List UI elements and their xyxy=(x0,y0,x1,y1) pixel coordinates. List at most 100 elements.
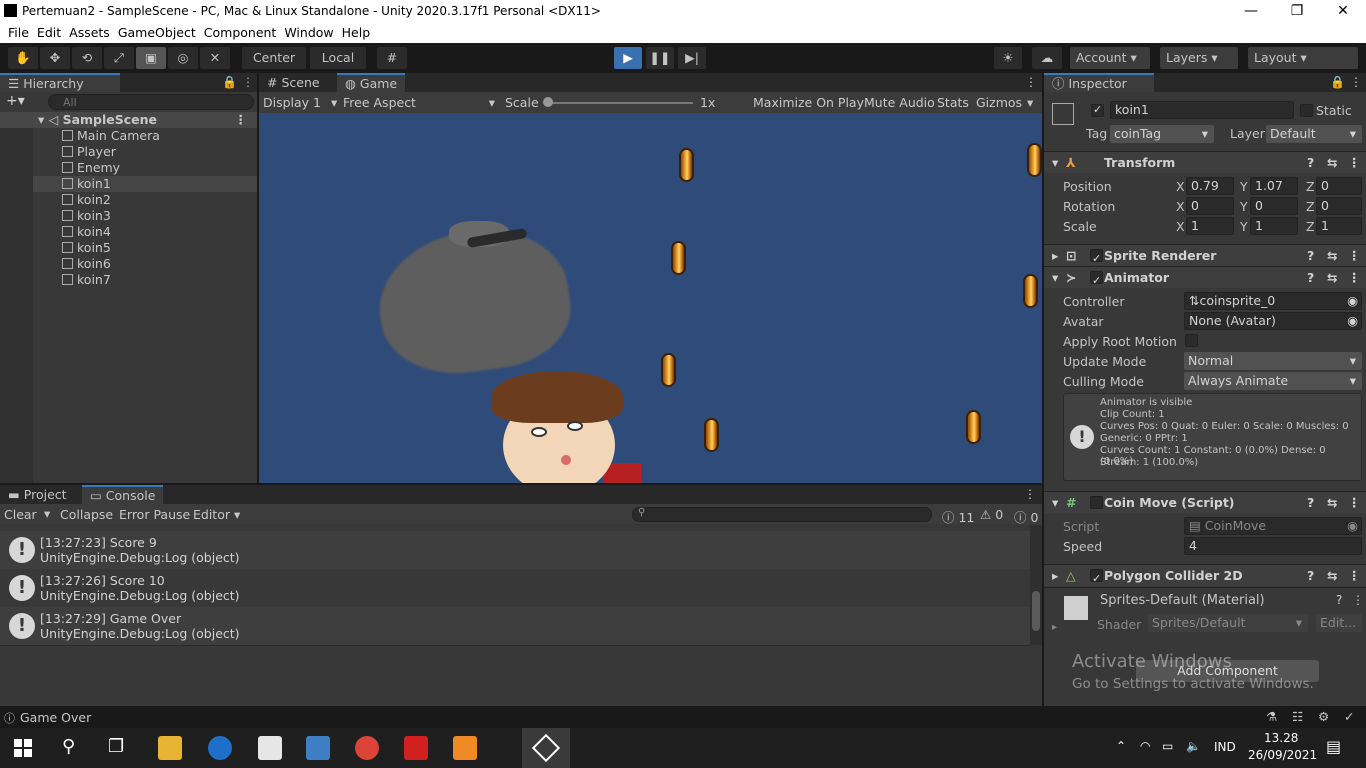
menu-help[interactable]: Help xyxy=(338,23,375,40)
move-tool-icon[interactable]: ✥ xyxy=(40,47,70,69)
error-pause-toggle[interactable]: Error Pause xyxy=(119,507,190,522)
gizmos-dropdown-icon[interactable]: ▾ xyxy=(1027,95,1033,110)
chrome-icon[interactable] xyxy=(355,736,379,760)
more-menu-icon[interactable]: ⋮ xyxy=(1348,267,1361,288)
polygon-collider-header[interactable]: ▸△Polygon Collider 2D?⇆⋮ xyxy=(1044,564,1366,589)
tab-project[interactable]: ▬ Project xyxy=(0,485,75,504)
object-name-field[interactable]: koin1 xyxy=(1110,101,1294,119)
layout-dropdown[interactable]: Layout ▾ xyxy=(1248,47,1358,69)
position-y-field[interactable]: 1.07 xyxy=(1250,177,1298,195)
maximize-on-play-toggle[interactable]: Maximize On Play xyxy=(753,95,864,110)
minimize-button[interactable]: — xyxy=(1228,0,1274,23)
polygon-collider-checkbox[interactable] xyxy=(1090,568,1103,589)
foldout-arrow-icon[interactable]: ▸ xyxy=(1052,622,1057,633)
controller-field[interactable]: ⇅coinsprite_0 ◉ xyxy=(1184,292,1362,310)
hand-tool-icon[interactable]: ✋ xyxy=(8,47,38,69)
status-message[interactable]: Game Over xyxy=(20,710,91,725)
tab-scene[interactable]: # Scene xyxy=(259,73,328,92)
grid-snap-icon[interactable]: # xyxy=(377,47,407,69)
speed-field[interactable]: 4 xyxy=(1184,537,1362,555)
cloud-icon[interactable]: ☁ xyxy=(1032,47,1062,69)
tab-inspector[interactable]: ⓘ Inspector xyxy=(1044,73,1154,92)
hierarchy-item-selected[interactable]: koin1 xyxy=(0,176,257,192)
scene-row[interactable]: ▾ ◁ SampleScene ⋮ xyxy=(0,112,257,128)
clock-time[interactable]: 13.28 xyxy=(1264,731,1298,745)
gizmos-toggle[interactable]: Gizmos xyxy=(976,95,1022,110)
stats-toggle[interactable]: Stats xyxy=(937,95,969,110)
scale-slider-track[interactable] xyxy=(547,102,693,104)
scale-slider-handle[interactable] xyxy=(543,97,553,107)
tag-dropdown[interactable]: coinTag ▾ xyxy=(1110,125,1214,143)
account-dropdown[interactable]: Account ▾ xyxy=(1070,47,1150,69)
close-button[interactable]: ✕ xyxy=(1320,0,1366,23)
shader-edit-button[interactable]: Edit... xyxy=(1316,614,1362,632)
more-menu-icon[interactable]: ⋮ xyxy=(1024,487,1036,501)
unity-taskbar-button[interactable] xyxy=(522,728,570,768)
camera-icon[interactable] xyxy=(258,736,282,760)
menu-window[interactable]: Window xyxy=(280,23,337,40)
add-icon[interactable]: +▾ xyxy=(6,93,25,109)
editor-dropdown[interactable]: Editor ▾ xyxy=(193,507,240,522)
custom-tool-icon[interactable]: ✕ xyxy=(200,47,230,69)
hierarchy-item[interactable]: koin7 xyxy=(0,272,257,288)
more-menu-icon[interactable]: ⋮ xyxy=(242,75,254,89)
scene-menu-icon[interactable]: ⋮ xyxy=(235,112,248,128)
position-z-field[interactable]: 0 xyxy=(1316,177,1362,195)
show-hidden-icons[interactable]: ⌃ xyxy=(1116,739,1126,753)
rotation-x-field[interactable]: 0 xyxy=(1186,197,1234,215)
animator-header[interactable]: ▾≻Animator?⇆⋮ xyxy=(1044,266,1366,291)
log-count-toggle[interactable]: ⓘ 11 xyxy=(942,507,974,526)
apply-root-motion-checkbox[interactable] xyxy=(1185,334,1198,347)
help-icon[interactable]: ? xyxy=(1307,152,1314,173)
menu-file[interactable]: File xyxy=(0,23,33,40)
layers-dropdown[interactable]: Layers ▾ xyxy=(1160,47,1238,69)
scale-tool-icon[interactable]: ⤢ xyxy=(104,47,134,69)
hierarchy-item[interactable]: koin6 xyxy=(0,256,257,272)
menu-gameobject[interactable]: GameObject xyxy=(114,23,200,40)
search-icon[interactable]: ⚲ xyxy=(62,736,75,757)
hierarchy-search-input[interactable] xyxy=(48,94,254,110)
hierarchy-item[interactable]: Player xyxy=(0,144,257,160)
panel-divider[interactable] xyxy=(257,73,259,485)
more-menu-icon[interactable]: ⋮ xyxy=(1348,492,1361,513)
pivot-local-button[interactable]: Local xyxy=(310,47,366,69)
clear-dropdown-icon[interactable]: ▾ xyxy=(44,506,50,521)
rect-tool-icon[interactable]: ▣ xyxy=(136,47,166,69)
transform-header[interactable]: ▾ ⅄ Transform? ⇆ ⋮ xyxy=(1044,151,1366,173)
preset-icon[interactable]: ⇆ xyxy=(1327,492,1337,513)
scale-z-field[interactable]: 1 xyxy=(1316,217,1362,235)
collab-icon[interactable]: ☀ xyxy=(994,47,1022,69)
console-log-entry[interactable]: ! [13:27:29] Game Over UnityEngine.Debug… xyxy=(0,607,1030,645)
help-icon[interactable]: ? xyxy=(1307,492,1314,513)
notification-icon[interactable]: ▤ xyxy=(1326,737,1341,756)
wifi-icon[interactable]: ◠ xyxy=(1140,739,1150,753)
media-player-icon[interactable] xyxy=(306,736,330,760)
aspect-dropdown[interactable]: Free Aspect ▾ xyxy=(343,95,495,110)
scale-x-field[interactable]: 1 xyxy=(1186,217,1234,235)
coin-move-header[interactable]: ▾ # Coin Move (Script)? ⇆ ⋮ xyxy=(1044,491,1366,513)
console-search-input[interactable]: ⚲ xyxy=(632,507,932,522)
check-icon[interactable]: ✓ xyxy=(1344,709,1354,724)
lock-icon[interactable]: 🔒 xyxy=(222,75,237,89)
object-picker-icon[interactable]: ◉ xyxy=(1347,313,1358,329)
windows-start-icon[interactable] xyxy=(14,739,32,757)
more-menu-icon[interactable]: ⋮ xyxy=(1348,565,1361,586)
position-x-field[interactable]: 0.79 xyxy=(1186,177,1234,195)
more-menu-icon[interactable]: ⋮ xyxy=(1348,152,1361,173)
task-view-icon[interactable]: ❐ xyxy=(108,736,124,757)
help-icon[interactable]: ? xyxy=(1307,267,1314,288)
static-checkbox[interactable] xyxy=(1300,104,1313,117)
sprite-renderer-checkbox[interactable] xyxy=(1090,248,1103,269)
object-picker-icon[interactable]: ◉ xyxy=(1347,293,1358,309)
sublime-text-icon[interactable] xyxy=(453,736,477,760)
help-icon[interactable]: ? xyxy=(1307,245,1314,266)
coin-move-checkbox[interactable] xyxy=(1090,496,1103,509)
help-icon[interactable]: ? xyxy=(1307,565,1314,586)
debug-icon[interactable]: ⚙ xyxy=(1318,709,1329,724)
play-button[interactable]: ▶ xyxy=(614,47,642,69)
tab-game[interactable]: ◍ Game xyxy=(337,73,406,92)
preset-icon[interactable]: ⇆ xyxy=(1327,565,1337,586)
display-dropdown[interactable]: Display 1 ▾ xyxy=(263,95,337,110)
collapse-toggle[interactable]: Collapse xyxy=(60,507,113,522)
shader-dropdown[interactable]: Sprites/Default ▾ xyxy=(1148,614,1308,632)
